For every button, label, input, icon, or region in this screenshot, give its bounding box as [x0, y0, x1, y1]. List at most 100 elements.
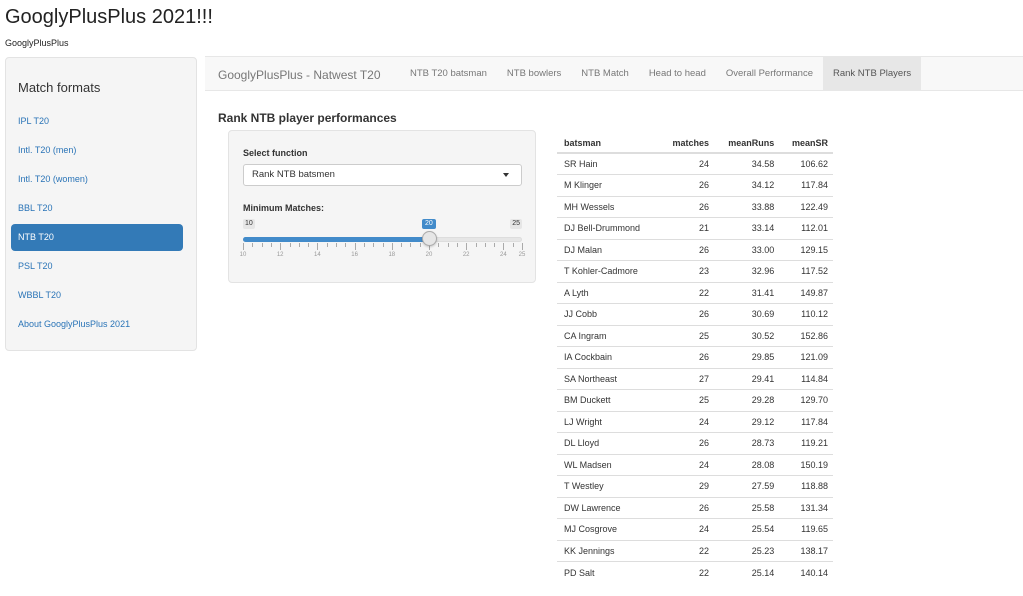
sidebar-title: Match formats: [18, 80, 101, 95]
table-cell: MJ Cosgrove: [557, 518, 660, 540]
table-cell: 22: [659, 281, 714, 304]
nav-tab[interactable]: NTB bowlers: [497, 57, 571, 91]
slider-tick-label: 16: [351, 252, 358, 258]
table-cell: 27.59: [713, 475, 780, 497]
table-cell: T Kohler-Cadmore: [557, 260, 660, 282]
table-cell: 25: [659, 389, 714, 411]
table-cell: 34.58: [713, 152, 780, 175]
table-cell: 122.49: [779, 195, 833, 218]
slider-tick-label: 18: [388, 252, 396, 258]
table-row: BM Duckett 25 29.28 129.70: [557, 389, 833, 411]
table-row: A Lyth 22 31.41 149.87: [557, 281, 833, 304]
navbar: GooglyPlusPlus - Natwest T20 NTB T20 bat…: [205, 56, 1023, 91]
slider-tick: [522, 243, 523, 250]
table-cell: 152.86: [779, 324, 833, 347]
nav-brand[interactable]: GooglyPlusPlus - Natwest T20: [218, 68, 381, 82]
table-cell: 25.14: [713, 561, 780, 583]
table-cell: 138.17: [779, 539, 833, 562]
table-row: MJ Cosgrove 24 25.54 119.65: [557, 518, 833, 540]
table-row: T Westley 29 27.59 118.88: [557, 475, 833, 497]
ranking-table: batsman matches meanRuns meanSR SR Hain 24 34…: [557, 133, 833, 583]
table-cell: 33.14: [713, 217, 780, 239]
slider-fill: [243, 237, 429, 242]
table-cell: 34.12: [713, 174, 780, 196]
table-cell: M Klinger: [557, 174, 660, 196]
column-header[interactable]: meanRuns: [713, 133, 780, 154]
column-header[interactable]: matches: [659, 133, 714, 154]
sidebar-list: IPL T20 Intl. T20 (men) Intl. T20 (women) B…: [6, 108, 196, 340]
table-cell: WL Madsen: [557, 453, 660, 476]
table-cell: 26: [659, 432, 714, 454]
slider-tick-label: 10: [239, 252, 247, 258]
slider-tick: [252, 243, 254, 247]
slider-tick: [382, 243, 384, 247]
min-matches-slider[interactable]: 10 25 20 10 12 14 16 18 20 22 24 25: [239, 219, 525, 263]
slider-tick: [354, 243, 356, 250]
table-cell: LJ Wright: [557, 410, 660, 433]
slider-tick: [298, 243, 300, 247]
slider-tick: [270, 243, 272, 247]
slider-tick: [466, 243, 468, 250]
column-header[interactable]: meanSR: [779, 133, 833, 154]
sidebar-item[interactable]: About GooglyPlusPlus 2021: [11, 311, 183, 338]
slider-tick: [363, 243, 365, 247]
table-cell: 24: [659, 518, 714, 540]
sidebar-item[interactable]: PSL T20: [11, 253, 183, 280]
slider-tick: [512, 243, 514, 247]
table-row: KK Jennings 22 25.23 138.17: [557, 539, 833, 562]
table-row: DL Lloyd 26 28.73 119.21: [557, 432, 833, 454]
table-cell: 32.96: [713, 260, 780, 282]
slider-tick: [289, 243, 291, 247]
slider-value-label: 20: [422, 219, 436, 229]
table-cell: 24: [659, 453, 714, 476]
table-row: WL Madsen 24 28.08 150.19: [557, 453, 833, 476]
nav-tab[interactable]: Overall Performance: [716, 57, 823, 91]
table-cell: 31.41: [713, 281, 780, 304]
sidebar-item[interactable]: IPL T20: [11, 108, 183, 135]
table-cell: 25.58: [713, 496, 780, 519]
slider-tick: [280, 243, 282, 250]
sidebar: Match formats IPL T20 Intl. T20 (men) Intl…: [5, 57, 197, 351]
table-cell: 121.09: [779, 346, 833, 368]
slider-tick: [410, 243, 412, 247]
app-subtitle: GooglyPlusPlus: [5, 38, 69, 48]
slider-min-label: 10: [243, 219, 255, 229]
sidebar-item[interactable]: Intl. T20 (women): [11, 166, 183, 193]
nav-tab[interactable]: NTB T20 batsman: [400, 57, 497, 91]
nav-tab[interactable]: Head to head: [639, 57, 716, 91]
table-cell: 33.88: [713, 195, 780, 218]
slider-tick: [456, 243, 458, 247]
table-cell: SR Hain: [557, 152, 660, 175]
table-cell: JJ Cobb: [557, 303, 660, 325]
slider-handle[interactable]: [421, 231, 437, 246]
slider-tick: [261, 243, 263, 247]
input-panel: Select function Rank NTB batsmen Minimum…: [228, 130, 536, 283]
table-cell: T Westley: [557, 475, 660, 497]
sidebar-item[interactable]: Intl. T20 (men): [11, 137, 183, 164]
table-row: JJ Cobb 26 30.69 110.12: [557, 303, 833, 325]
sidebar-item[interactable]: NTB T20: [11, 224, 183, 251]
table-row: LJ Wright 24 29.12 117.84: [557, 410, 833, 433]
slider-max-label: 25: [510, 219, 522, 229]
table-cell: 26: [659, 303, 714, 325]
slider-tick: [373, 243, 375, 247]
column-header[interactable]: batsman: [557, 133, 660, 154]
table-cell: DL Lloyd: [557, 432, 660, 454]
table-cell: 23: [659, 260, 714, 282]
nav-tab[interactable]: NTB Match: [571, 57, 639, 91]
function-select[interactable]: Rank NTB batsmen: [243, 164, 522, 186]
sidebar-item[interactable]: WBBL T20: [11, 282, 183, 309]
slider-tick: [336, 243, 337, 247]
table-cell: 22: [659, 561, 714, 583]
table-cell: 24: [659, 152, 714, 175]
sidebar-item[interactable]: BBL T20: [11, 195, 183, 222]
nav-tab[interactable]: Rank NTB Players: [822, 57, 922, 91]
table-row: SR Hain 24 34.58 106.62: [557, 152, 833, 175]
slider-tick: [447, 243, 449, 247]
table-cell: 25.23: [713, 539, 780, 562]
table-cell: 106.62: [779, 152, 833, 175]
table-cell: 30.69: [713, 303, 780, 325]
table-cell: 30.52: [713, 324, 780, 347]
table-cell: 26: [659, 496, 714, 519]
slider-tick: [345, 243, 347, 247]
